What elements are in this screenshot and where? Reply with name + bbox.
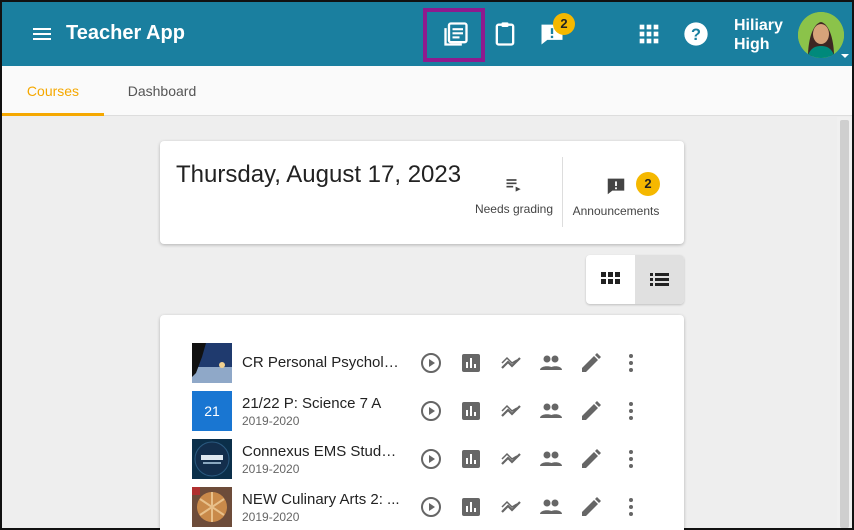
clipboard-icon[interactable]: [491, 20, 519, 48]
alerts-badge: 2: [553, 13, 575, 35]
course-year: 2019-2020: [242, 510, 300, 524]
edit-pencil-icon[interactable]: [579, 447, 603, 471]
course-title: Connexus EMS Stude...: [242, 443, 402, 460]
more-vert-icon[interactable]: [619, 351, 643, 375]
people-icon[interactable]: [539, 351, 563, 375]
tab-dashboard[interactable]: Dashboard: [114, 66, 210, 116]
bar-chart-icon[interactable]: [459, 447, 483, 471]
needs-grading-label: Needs grading: [474, 202, 554, 216]
courses-list-card: CR Personal Psycholo... 21 21/22 P: Scie…: [160, 315, 684, 530]
course-row[interactable]: CR Personal Psycholo...: [192, 341, 672, 385]
play-circle-icon[interactable]: [419, 399, 443, 423]
course-row[interactable]: 21 21/22 P: Science 7 A 2019-2020: [192, 389, 672, 433]
announcements-badge: 2: [636, 172, 660, 196]
school-name: Hiliary High: [734, 17, 783, 53]
course-title: CR Personal Psycholo...: [242, 354, 402, 371]
edit-pencil-icon[interactable]: [579, 399, 603, 423]
course-thumbnail: [192, 439, 232, 479]
trend-icon[interactable]: [499, 399, 523, 423]
grading-list-icon: [506, 179, 521, 192]
tab-bar: Courses Dashboard: [2, 66, 852, 116]
trend-icon[interactable]: [499, 447, 523, 471]
bar-chart-icon[interactable]: [459, 495, 483, 519]
tab-courses[interactable]: Courses: [2, 66, 104, 116]
people-icon[interactable]: [539, 399, 563, 423]
apps-grid-icon[interactable]: [635, 20, 663, 48]
more-vert-icon[interactable]: [619, 495, 643, 519]
scrollbar-thumb[interactable]: [840, 120, 849, 528]
trend-icon[interactable]: [499, 495, 523, 519]
list-view-icon: [650, 273, 669, 286]
course-year: 2019-2020: [242, 414, 300, 428]
play-circle-icon[interactable]: [419, 495, 443, 519]
play-circle-icon[interactable]: [419, 447, 443, 471]
course-title: NEW Culinary Arts 2: ...: [242, 491, 400, 508]
course-thumbnail: [192, 487, 232, 527]
view-toggle: [586, 255, 684, 304]
people-icon[interactable]: [539, 495, 563, 519]
svg-text:?: ?: [691, 26, 701, 44]
current-date: Thursday, August 17, 2023: [176, 161, 462, 188]
course-year: 2019-2020: [242, 462, 300, 476]
menu-icon[interactable]: [30, 22, 54, 46]
avatar[interactable]: [798, 12, 844, 58]
edit-pencil-icon[interactable]: [579, 495, 603, 519]
summary-card: Thursday, August 17, 2023 Needs grading …: [160, 141, 684, 244]
avatar-image: [798, 12, 844, 58]
help-icon[interactable]: ?: [682, 20, 710, 48]
app-bar: Teacher App 2 ? Hiliary High: [2, 2, 852, 66]
more-vert-icon[interactable]: [619, 399, 643, 423]
course-title: 21/22 P: Science 7 A: [242, 395, 382, 412]
chevron-down-icon[interactable]: [840, 52, 850, 60]
people-icon[interactable]: [539, 447, 563, 471]
more-vert-icon[interactable]: [619, 447, 643, 471]
grid-view-button[interactable]: [586, 255, 635, 304]
course-row[interactable]: NEW Culinary Arts 2: ... 2019-2020: [192, 485, 672, 529]
course-thumbnail: [192, 343, 232, 383]
edit-pencil-icon[interactable]: [579, 351, 603, 375]
bar-chart-icon[interactable]: [459, 399, 483, 423]
divider: [562, 157, 563, 227]
course-row[interactable]: Connexus EMS Stude... 2019-2020: [192, 437, 672, 481]
list-view-button[interactable]: [635, 255, 684, 304]
trend-icon[interactable]: [499, 351, 523, 375]
grid-view-icon: [601, 272, 620, 284]
play-circle-icon[interactable]: [419, 351, 443, 375]
course-thumbnail: 21: [192, 391, 232, 431]
app-title: Teacher App: [66, 22, 185, 44]
bar-chart-icon[interactable]: [459, 351, 483, 375]
needs-grading-button[interactable]: Needs grading: [472, 175, 556, 216]
announcement-icon: [607, 178, 625, 195]
announcements-label: Announcements: [572, 204, 660, 218]
courses-book-icon[interactable]: [442, 20, 470, 48]
